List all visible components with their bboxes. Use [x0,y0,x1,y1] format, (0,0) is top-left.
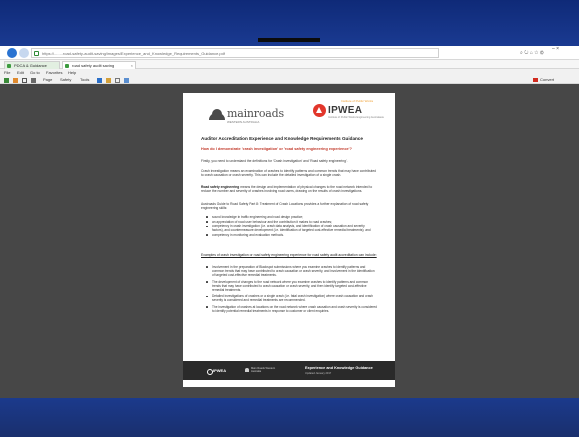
tab-favicon [7,64,11,68]
page-icon [34,51,39,56]
tools-menu[interactable]: Tools [80,76,89,84]
address-text: https://........road-safety-audit-saving… [42,51,225,56]
menu-file[interactable]: File [4,69,10,76]
address-bar[interactable]: https://........road-safety-audit-saving… [31,48,439,58]
mainroads-subtitle: WESTERN AUSTRALIA [227,120,260,124]
list-item: Detailed investigations of crashes or a … [205,294,377,302]
paragraph-road-safety-engineering: Road safety engineering means the design… [201,185,379,193]
address-tools[interactable]: ⌕ ↻ ⌂ ☆ ⚙ [520,48,544,58]
document-question: How do I demonstrate 'crash investigatio… [201,147,352,151]
paragraph-crash-investigation: Crash investigation means an examination… [201,169,377,178]
mail-icon[interactable] [22,78,27,83]
footer-ipwea-logo: IPWEA [207,368,226,375]
page-menu[interactable]: Page [43,76,52,84]
print-icon[interactable] [31,78,36,83]
list-item: The development of changes to the road n… [205,280,377,292]
safety-menu[interactable]: Safety [60,76,71,84]
forward-button[interactable] [19,48,29,58]
menu-help[interactable]: Help [68,69,76,76]
settings-icon[interactable] [115,78,120,83]
ipwea-mark-icon [313,104,326,117]
document-footer: IPWEA Main Roads Western Australia Exper… [183,361,395,380]
tab-road-safety-audit[interactable]: road safety audit saving × [62,61,136,69]
tab-pdca-guidance[interactable]: PDCA & Guidance [4,61,60,69]
convert-button[interactable]: Convert [533,76,554,84]
examples-heading: Examples of crash investigation or road … [201,253,377,257]
research-icon[interactable] [106,78,111,83]
tab-label: PDCA & Guidance [14,63,47,68]
tab-label: road safety audit saving [72,63,115,68]
home-icon[interactable]: ⌂ [530,50,533,56]
paragraph-austroads: Austroads Guide to Road Safety Part 8: T… [201,202,369,211]
list-item: The investigation of crashes at location… [205,305,377,313]
star-icon[interactable]: ☆ [534,50,538,56]
list-item: sound knowledge in traffic engineering a… [205,215,377,219]
menu-go-to[interactable]: Go to [30,69,40,76]
slide-top-bar [258,38,320,42]
search-icon[interactable]: ⌕ [520,50,523,56]
tab-strip: PDCA & Guidance road safety audit saving… [0,60,579,69]
pdf-page: mainroads WESTERN AUSTRALIA Institute of… [183,93,395,387]
footer-title: Experience and Knowledge Guidance [305,366,373,370]
menu-favorites[interactable]: Favorites [46,69,62,76]
slide-top-band [0,0,579,46]
browser-window: https://........road-safety-audit-saving… [0,46,579,398]
tab-close-icon[interactable]: × [131,62,133,69]
help-icon[interactable] [97,78,102,83]
pdf-viewer[interactable]: mainroads WESTERN AUSTRALIA Institute of… [0,84,579,398]
list-item: an appreciation of road user behaviour a… [205,220,377,224]
ipwea-subtitle: Institute of Public Works Engineering Au… [328,116,384,119]
ipwea-logo: Institute of Public Works IPWEA Institut… [311,99,384,121]
mainroads-mark-icon [209,109,225,120]
back-button[interactable] [7,48,17,58]
home-icon[interactable] [4,78,9,83]
mainroads-wordmark: mainroads [227,107,284,120]
examples-list: Involvement in the preparation of Blacks… [205,265,377,316]
paragraph-definitions: Firstly, you need to understand the defi… [201,159,348,163]
close-icon[interactable]: × [556,46,559,52]
ipwea-tagline: Institute of Public Works [341,99,374,103]
list-item: competency in monitoring and evaluation … [205,233,377,237]
menu-edit[interactable]: Edit [17,69,24,76]
list-item: competency in crash investigation (i.e. … [205,224,377,232]
ipwea-wordmark: IPWEA [328,105,363,116]
footer-date: Updated January 2017 [305,372,332,375]
minimize-icon[interactable]: – [552,46,555,52]
footer-mainroads-logo: Main Roads Western Australia [245,367,285,373]
refresh-icon[interactable]: ↻ [524,50,528,56]
slide-bottom-band [0,398,579,437]
extension-icon[interactable] [124,78,129,83]
list-item: Involvement in the preparation of Blacks… [205,265,377,277]
skills-list: sound knowledge in traffic engineering a… [205,215,377,237]
feed-icon[interactable] [13,78,18,83]
command-bar: Page Safety Tools Convert [0,76,579,84]
window-controls[interactable]: – × [552,46,559,53]
gear-icon[interactable]: ⚙ [540,50,544,56]
menu-bar: File Edit Go to Favorites Help [0,69,579,76]
tab-favicon [65,64,69,68]
document-title: Auditor Accreditation Experience and Kno… [201,136,363,141]
address-row: https://........road-safety-audit-saving… [0,46,579,60]
